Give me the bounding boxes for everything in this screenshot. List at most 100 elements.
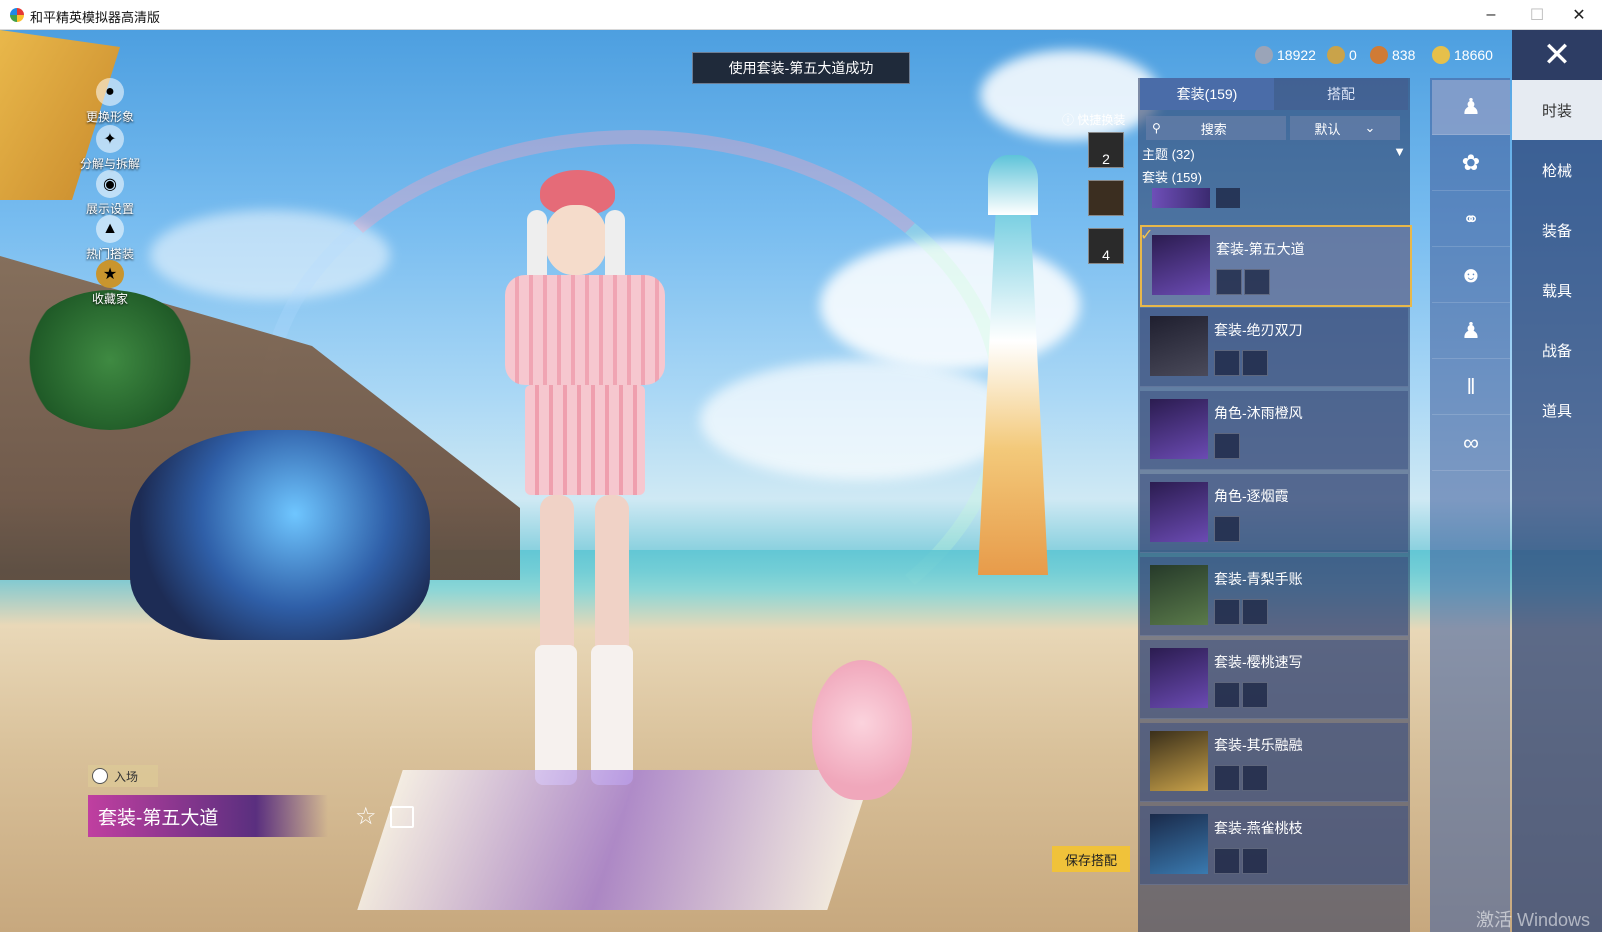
smiley-icon [92, 768, 108, 784]
top-icon: ♟ [1461, 318, 1481, 343]
item-thumbnail [1150, 482, 1208, 542]
quick-slot-2[interactable] [1088, 180, 1124, 216]
sort-value: 默认 [1314, 121, 1341, 137]
item-thumbnail [1150, 648, 1208, 708]
list-item[interactable]: 套装-樱桃速写 [1140, 640, 1408, 719]
help-icon[interactable]: ⓘ [1062, 113, 1074, 127]
item-name: 角色-沐雨橙风 [1214, 405, 1303, 421]
tab-battle-prep[interactable]: 战备 [1512, 320, 1602, 380]
mask-icon: ☻ [1459, 262, 1483, 287]
tab-equipment[interactable]: 装备 [1512, 200, 1602, 260]
close-icon[interactable]: ✕ [1512, 30, 1602, 80]
tab-guns[interactable]: 枪械 [1512, 140, 1602, 200]
theme-label: 主题 (32) [1142, 147, 1195, 162]
save-outfit-button[interactable]: 保存搭配 [1052, 846, 1130, 872]
badge-icon: ★ [96, 260, 124, 288]
partial-item-mini[interactable] [1216, 188, 1240, 208]
category-hair[interactable]: ✿ [1432, 136, 1510, 191]
item-thumbnail [1150, 399, 1208, 459]
item-name: 套装-其乐融融 [1214, 737, 1303, 753]
triangle-down-icon: ▼ [1393, 144, 1406, 159]
outfit-icon: ♟ [1461, 94, 1481, 119]
collector-button[interactable]: ★ 收藏家 [80, 260, 140, 307]
hair-icon: ✿ [1461, 150, 1481, 175]
maximize-button[interactable]: ☐ [1514, 0, 1560, 30]
item-name: 角色-逐烟霞 [1214, 488, 1289, 504]
entrance-badge[interactable]: 入场 [88, 765, 158, 787]
check-icon: ✓ [1140, 227, 1154, 244]
item-part [1214, 848, 1240, 874]
tab-items[interactable]: 道具 [1512, 380, 1602, 440]
item-name: 套装-青梨手账 [1214, 571, 1303, 587]
item-part [1214, 350, 1240, 376]
item-part [1214, 516, 1240, 542]
pink-bird-pet [812, 660, 912, 800]
hot-outfits-button[interactable]: ▲ 热门搭装 [80, 215, 140, 262]
currency-silver: 18922 [1255, 45, 1316, 65]
floor-tiles [357, 770, 873, 910]
pants-icon: ‖ [1466, 374, 1476, 399]
tab-vehicles[interactable]: 载具 [1512, 260, 1602, 320]
close-window-button[interactable]: ✕ [1556, 0, 1602, 30]
quick-slot-1[interactable]: 2 [1088, 132, 1124, 168]
current-outfit-name: 套装-第五大道 [88, 795, 328, 837]
list-item[interactable]: 套装-燕雀桃枝 [1140, 806, 1408, 885]
currency-bronze: 838 [1370, 45, 1415, 65]
app-icon [10, 8, 24, 22]
display-settings-button[interactable]: ◉ 展示设置 [80, 170, 140, 217]
category-glasses[interactable]: ⚭ [1432, 192, 1510, 247]
list-item[interactable]: 套装-青梨手账 [1140, 557, 1408, 636]
list-item[interactable]: ✓ 套装-第五大道 [1140, 225, 1412, 307]
list-item[interactable]: 角色-逐烟霞 [1140, 474, 1408, 553]
shoes-icon: ∞ [1463, 430, 1479, 455]
tab-match[interactable]: 搭配 [1274, 78, 1408, 110]
palm-tree [20, 290, 200, 430]
category-pants[interactable]: ‖ [1432, 360, 1510, 415]
item-thumbnail [1150, 731, 1208, 791]
fire-icon: ▲ [96, 215, 124, 243]
glasses-icon: ⚭ [1462, 208, 1480, 231]
item-thumbnail [1152, 235, 1210, 295]
decompose-button[interactable]: ✦ 分解与拆解 [80, 125, 140, 172]
category-top[interactable]: ♟ [1432, 304, 1510, 359]
item-part [1242, 765, 1268, 791]
theme-filter[interactable]: 主题 (32) ▼ [1142, 144, 1406, 164]
item-part [1214, 682, 1240, 708]
item-name: 套装-第五大道 [1216, 241, 1305, 257]
item-part [1242, 848, 1268, 874]
tab-fashion[interactable]: 时装 [1512, 80, 1602, 140]
list-item[interactable]: 角色-沐雨橙风 [1140, 391, 1408, 470]
item-thumbnail [1150, 814, 1208, 874]
lighthouse [968, 155, 1058, 575]
partial-item-thumb[interactable] [1152, 188, 1210, 208]
list-item[interactable]: 套装-绝刃双刀 [1140, 308, 1408, 387]
favorite-star-icon[interactable]: ☆ [355, 802, 377, 831]
windows-watermark: 激活 Windows [1476, 910, 1591, 930]
category-shoes[interactable]: ∞ [1432, 416, 1510, 471]
item-part [1242, 682, 1268, 708]
item-part [1216, 269, 1242, 295]
list-item[interactable]: 套装-其乐融融 [1140, 723, 1408, 802]
gold-coin-icon [1432, 46, 1450, 64]
sort-dropdown[interactable]: 默认 ⌄ [1290, 116, 1400, 140]
change-appearance-button[interactable]: ● 更换形象 [80, 78, 140, 125]
menu-label: 收藏家 [91, 292, 128, 306]
quick-slot-3[interactable]: 4 [1088, 228, 1124, 264]
tab-suits[interactable]: 套装(159) [1140, 78, 1274, 110]
chevron-down-icon: ⌄ [1364, 120, 1376, 135]
blue-beast-pet [130, 430, 430, 640]
item-part [1242, 599, 1268, 625]
window-titlebar: 和平精英模拟器高清版 – ☐ ✕ [0, 0, 1602, 30]
search-input[interactable]: 搜索 [1201, 119, 1227, 138]
item-thumbnail [1150, 565, 1208, 625]
search-icon: ⚲ [1152, 121, 1161, 135]
share-icon[interactable] [390, 806, 414, 828]
category-mask[interactable]: ☻ [1432, 248, 1510, 303]
currency-value: 18660 [1454, 47, 1493, 63]
category-outfit[interactable]: ♟ [1432, 80, 1510, 135]
currency-value: 0 [1349, 47, 1357, 63]
decompose-icon: ✦ [96, 125, 124, 153]
search-box[interactable]: ⚲ 搜索 [1146, 116, 1286, 140]
minimize-button[interactable]: – [1468, 0, 1514, 30]
suit-count-label: 套装 (159) [1142, 170, 1202, 185]
